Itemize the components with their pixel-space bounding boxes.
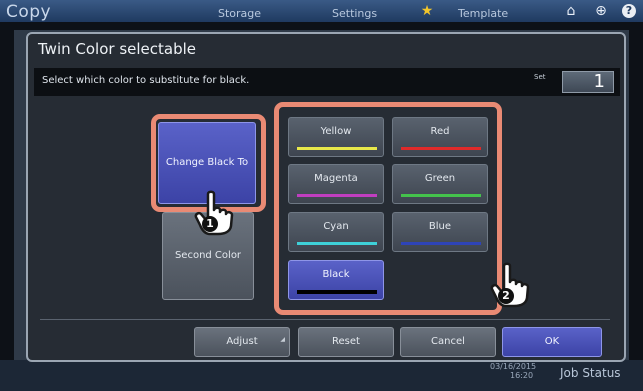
callout-number-1: 1 (202, 216, 218, 232)
callout-number-2: 2 (498, 288, 514, 304)
instruction-text: Select which color to substitute for bla… (42, 75, 250, 86)
job-status-button[interactable]: Job Status (560, 366, 621, 380)
set-count-field[interactable]: 1 (562, 71, 614, 93)
second-color-label: Second Color (174, 250, 242, 261)
top-bar: Copy Storage Settings ★ Template ⌂ ⊕ ? (0, 0, 643, 22)
expand-corner-icon: ◢ (280, 336, 285, 343)
reset-button[interactable]: Reset (298, 327, 394, 357)
reset-label: Reset (332, 336, 360, 347)
tab-template[interactable]: Template (458, 0, 508, 28)
home-icon[interactable]: ⌂ (562, 2, 580, 20)
status-bar: 03/16/2015 16:20 Job Status (0, 360, 643, 391)
adjust-label: Adjust (226, 336, 258, 347)
dialog-title: Twin Color selectable (38, 40, 196, 58)
highlight-box-2 (274, 102, 502, 315)
divider (40, 319, 610, 320)
cancel-button[interactable]: Cancel (400, 327, 496, 357)
tab-settings[interactable]: Settings (332, 0, 377, 28)
ok-label: OK (544, 336, 560, 347)
status-date: 03/16/2015 (490, 362, 537, 371)
pointing-hand-icon-1: 1 (194, 190, 234, 236)
globe-icon[interactable]: ⊕ (592, 2, 610, 20)
tab-storage[interactable]: Storage (218, 0, 261, 28)
adjust-button[interactable]: Adjust ◢ (194, 327, 290, 357)
twin-color-dialog: Twin Color selectable Select which color… (26, 32, 626, 362)
star-icon[interactable]: ★ (418, 2, 436, 20)
app-title: Copy (6, 2, 52, 22)
pointing-hand-icon-2: 2 (490, 262, 530, 308)
ok-button[interactable]: OK (502, 327, 602, 357)
cancel-label: Cancel (431, 336, 465, 347)
set-label: Set (534, 73, 546, 81)
status-time: 16:20 (510, 371, 534, 380)
help-icon[interactable]: ? (622, 4, 636, 18)
instruction-bar: Select which color to substitute for bla… (34, 68, 620, 96)
